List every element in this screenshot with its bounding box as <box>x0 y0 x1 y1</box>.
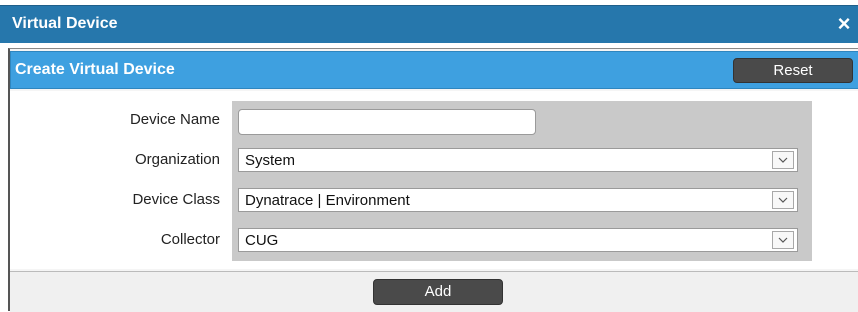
device-name-cell <box>232 101 812 141</box>
chevron-down-icon[interactable] <box>772 191 794 209</box>
dialog-title: Virtual Device <box>12 15 118 32</box>
device-class-label: Device Class <box>132 191 220 208</box>
close-icon[interactable]: × <box>834 12 854 36</box>
virtual-device-dialog: Virtual Device × Create Virtual Device R… <box>0 0 858 312</box>
collector-label: Collector <box>160 231 220 248</box>
collector-select[interactable]: CUG <box>238 228 798 252</box>
create-virtual-device-panel: Create Virtual Device Reset Device Name … <box>8 48 858 312</box>
organization-cell: System <box>232 141 812 181</box>
chevron-down-icon[interactable] <box>772 151 794 169</box>
collector-cell: CUG <box>232 221 812 261</box>
device-class-value: Dynatrace | Environment <box>245 192 410 209</box>
device-name-input[interactable] <box>238 109 536 135</box>
device-class-select[interactable]: Dynatrace | Environment <box>238 188 798 212</box>
device-form: Device Name Organization System Device C… <box>10 91 858 269</box>
reset-button[interactable]: Reset <box>733 58 853 83</box>
device-class-row: Device Class Dynatrace | Environment <box>10 181 858 221</box>
dialog-titlebar: Virtual Device × <box>0 5 858 43</box>
organization-label: Organization <box>134 151 220 168</box>
organization-row: Organization System <box>10 141 858 181</box>
device-class-cell: Dynatrace | Environment <box>232 181 812 221</box>
dialog-footer: Add <box>10 271 858 312</box>
add-button[interactable]: Add <box>373 279 503 305</box>
organization-select[interactable]: System <box>238 148 798 172</box>
organization-value: System <box>245 152 296 169</box>
panel-title: Create Virtual Device <box>15 61 175 78</box>
panel-header: Create Virtual Device Reset <box>10 51 858 89</box>
chevron-down-icon[interactable] <box>772 231 794 249</box>
device-name-label: Device Name <box>129 111 220 128</box>
device-name-row: Device Name <box>10 101 858 141</box>
collector-row: Collector CUG <box>10 221 858 261</box>
collector-value: CUG <box>245 232 279 249</box>
